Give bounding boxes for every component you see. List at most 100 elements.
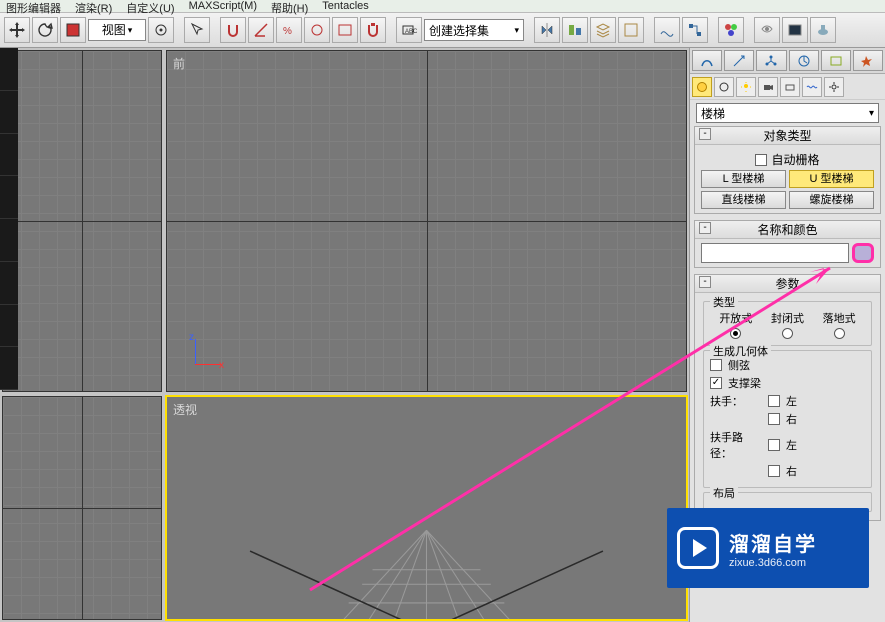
edit-named-sel-icon[interactable] [332,17,358,43]
layer-manager-icon[interactable] [618,17,644,43]
percent-snap-icon[interactable]: % [276,17,302,43]
schematic-view-icon[interactable] [682,17,708,43]
rollout-header-parameters[interactable]: - 参数 [695,275,880,293]
tab-motion-icon[interactable] [789,50,819,71]
tab-create-icon[interactable] [692,50,722,71]
type-closed-label: 封闭式 [762,310,813,326]
group-gen-label: 生成几何体 [710,343,771,359]
cat-spacewarps-icon[interactable] [802,77,822,97]
viewport-front[interactable]: 前 z x [166,50,687,392]
named-selection-dropdown[interactable]: 创建选择集 [424,19,524,41]
type-box-label: 落地式 [814,310,865,326]
group-layout-label: 布局 [710,485,738,501]
minus-icon: - [699,276,711,288]
rollout-header-name-color[interactable]: - 名称和颜色 [695,221,880,239]
menu-help[interactable]: 帮助(H) [271,0,308,16]
render-setup-icon[interactable] [754,17,780,43]
perspective-grid-icon [167,468,686,620]
svg-text:ABC: ABC [405,29,417,35]
object-name-input[interactable] [701,243,849,263]
axis-gizmo-icon: z x [189,331,229,371]
create-categories [690,74,885,100]
carriage-label: 支撑梁 [728,375,761,391]
railpath-right-checkbox[interactable] [768,465,780,477]
stringers-checkbox[interactable] [710,359,722,371]
viewport-top-left[interactable] [2,50,162,392]
rotate-tool-icon[interactable] [32,17,58,43]
cat-geometry-icon[interactable] [692,77,712,97]
type-open-label: 开放式 [710,310,761,326]
align-icon[interactable] [562,17,588,43]
autogrid-label: 自动栅格 [771,151,819,168]
group-generate-geometry: 生成几何体 侧弦 支撑梁 扶手：左 右 扶手路径：左 右 [703,350,872,488]
named-sel-set-icon[interactable]: ABC [396,17,422,43]
rollout-parameters: - 参数 类型 开放式 封闭式 落地式 生成几何体 侧弦 支撑 [694,274,881,521]
cat-systems-icon[interactable] [824,77,844,97]
scale-tool-icon[interactable] [60,17,86,43]
viewport-area: 前 z x 透视 [0,48,689,622]
stringers-label: 侧弦 [728,357,750,373]
select-manip-icon[interactable] [184,17,210,43]
ref-coord-dropdown[interactable]: 视图 [88,19,146,41]
viewport-bottom-left[interactable] [2,396,162,620]
rollout-header-object-type[interactable]: - 对象类型 [695,127,880,145]
cat-cameras-icon[interactable] [758,77,778,97]
menu-tentacles[interactable]: Tentacles [322,0,368,12]
cat-shapes-icon[interactable] [714,77,734,97]
menu-customize[interactable]: 自定义(U) [126,0,174,16]
u-stair-button[interactable]: U 型楼梯 [789,170,874,188]
tab-utilities-icon[interactable] [853,50,883,71]
angle-snap-icon[interactable] [248,17,274,43]
type-closed-radio[interactable] [782,328,793,339]
viewport-front-label: 前 [173,55,185,72]
spiral-stair-button[interactable]: 螺旋楼梯 [789,191,874,209]
subcategory-dropdown[interactable]: 楼梯 [696,103,879,123]
type-open-radio[interactable] [730,328,741,339]
material-editor-icon[interactable] [718,17,744,43]
layers-icon[interactable] [590,17,616,43]
left-label2: 左 [786,437,797,453]
menu-maxscript[interactable]: MAXScript(M) [189,0,257,12]
menu-bar: 图形编辑器 渲染(R) 自定义(U) MAXScript(M) 帮助(H) Te… [0,0,885,12]
handrail-right-checkbox[interactable] [768,413,780,425]
minus-icon: - [699,222,711,234]
object-color-swatch[interactable] [852,243,874,263]
tab-hierarchy-icon[interactable] [756,50,786,71]
render-production-icon[interactable] [810,17,836,43]
viewport-perspective-label: 透视 [173,401,197,418]
menu-graph-editor[interactable]: 图形编辑器 [6,0,61,16]
snap-toggle-icon[interactable] [220,17,246,43]
curve-editor-icon[interactable] [654,17,680,43]
snap-options-icon[interactable] [360,17,386,43]
handrail-left-checkbox[interactable] [768,395,780,407]
autogrid-checkbox[interactable] [755,154,767,166]
railpath-label: 扶手路径： [710,429,762,461]
handrail-label: 扶手： [710,393,762,409]
railpath-left-checkbox[interactable] [768,439,780,451]
left-track-bar [0,48,18,390]
carriage-checkbox[interactable] [710,377,722,389]
use-pivot-icon[interactable] [148,17,174,43]
watermark: 溜溜自学 zixue.3d66.com [667,508,869,588]
l-stair-button[interactable]: L 型楼梯 [701,170,786,188]
watermark-url: zixue.3d66.com [729,557,817,569]
straight-stair-button[interactable]: 直线楼梯 [701,191,786,209]
rendered-frame-icon[interactable] [782,17,808,43]
rollout-object-type: - 对象类型 自动栅格 L 型楼梯 U 型楼梯 直线楼梯 螺旋楼梯 [694,126,881,214]
rollout-name-color: - 名称和颜色 [694,220,881,268]
left-label: 左 [786,393,797,409]
viewport-perspective[interactable]: 透视 [166,396,687,620]
move-tool-icon[interactable] [4,17,30,43]
tab-display-icon[interactable] [821,50,851,71]
cat-lights-icon[interactable] [736,77,756,97]
minus-icon: - [699,128,711,140]
tab-modify-icon[interactable] [724,50,754,71]
spinner-snap-icon[interactable] [304,17,330,43]
type-box-radio[interactable] [834,328,845,339]
mirror-icon[interactable] [534,17,560,43]
menu-render[interactable]: 渲染(R) [75,0,112,16]
cat외-icon[interactable] [780,77,800,97]
group-type: 类型 开放式 封闭式 落地式 [703,301,872,346]
svg-text:%: % [283,26,292,37]
right-label2: 右 [786,463,797,479]
